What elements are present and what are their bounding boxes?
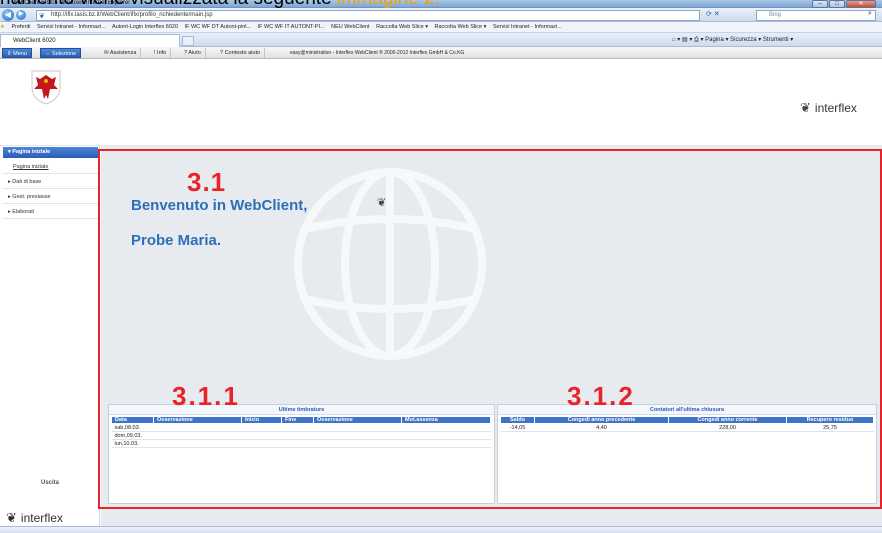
tab-row: WebClient 6020 ⌂ ▾ ▤ ▾ ⎙ ▾ Pagina ▾ Sicu…	[0, 33, 882, 47]
tools-menus[interactable]: Pagina ▾ Sicurezza ▾ Strumenti ▾	[705, 37, 793, 43]
maximize-icon[interactable]: □	[829, 0, 845, 8]
fav-item[interactable]: NEU WebClient	[331, 24, 369, 30]
interflex-logo-icon: ❦	[6, 510, 17, 525]
site-icon: ❦	[39, 13, 45, 20]
address-url: http://iflx.lasis.bz.it/WebClient/iflx/p…	[51, 12, 213, 18]
interflex-logo-icon: ❦	[800, 100, 811, 115]
fav-item[interactable]: IF WC WF IT AUTONT-PI...	[258, 24, 325, 30]
sidebar: ▾ Pagina iniziale Pagina iniziale ▸ Dati…	[0, 146, 100, 526]
annotation-label-3-1-2: 3.1.2	[567, 381, 635, 411]
fav-item[interactable]: Servizi Intranet - Informazi...	[493, 24, 562, 30]
sidebar-item-dati-di-base[interactable]: ▸ Dati di base	[3, 176, 98, 189]
copyright-text: easy@ministration - Interflex WebClient …	[290, 50, 465, 56]
tab-title: WebClient 6020	[13, 38, 56, 44]
print-icon[interactable]: ⎙ ▾	[694, 37, 705, 43]
sidebar-brand-text: interflex	[20, 511, 63, 525]
sidebar-item-elaborati[interactable]: ▸ Elaborati	[3, 206, 98, 219]
crest-logo	[31, 70, 61, 105]
annotation-label-3-1-1: 3.1.1	[172, 381, 240, 411]
feeds-icon[interactable]: ▤ ▾	[682, 37, 694, 43]
search-icon[interactable]: ⌕	[868, 10, 872, 18]
address-row: ◀ ▶ ❦ http://iflx.lasis.bz.it/WebClient/…	[0, 8, 882, 22]
sidebar-header[interactable]: ▾ Pagina iniziale	[3, 147, 98, 158]
command-bar[interactable]: ⌂ ▾ ▤ ▾ ⎙ ▾ Pagina ▾ Sicurezza ▾ Strumen…	[672, 36, 793, 44]
tab-webclient[interactable]: WebClient 6020	[0, 34, 180, 47]
sidebar-brand: ❦ interflex	[6, 510, 63, 526]
annotation-frame	[98, 149, 882, 509]
favorites-star-icon[interactable]: ★	[0, 24, 5, 30]
brand-logo: ❦ interflex	[800, 100, 857, 116]
annotation-label-3-1: 3.1	[187, 167, 227, 197]
app-toolbar: ⇕ Menu ⇔ Selezione ✉ Assistenza ! Info ?…	[0, 47, 882, 59]
search-input[interactable]: Bing	[756, 10, 876, 21]
fav-item[interactable]: Raccolta Web Slice ▾	[376, 24, 428, 30]
home-icon[interactable]: ⌂ ▾	[672, 37, 682, 43]
close-icon[interactable]: ✕	[846, 0, 876, 8]
app-header: ❦ interflex	[0, 60, 882, 146]
fav-item[interactable]: Raccolta Web Slice ▾	[435, 24, 487, 30]
new-tab-button[interactable]	[182, 36, 194, 46]
fav-item[interactable]: Preferiti	[11, 24, 30, 30]
assistenza-button[interactable]: ✉ Assistenza	[100, 48, 142, 58]
forward-icon[interactable]: ▶	[16, 10, 26, 20]
selezione-button[interactable]: ⇔ Selezione	[40, 48, 82, 58]
refresh-icon[interactable]: ⟳ ✕	[706, 10, 720, 18]
status-bar	[0, 526, 882, 533]
address-bar[interactable]: ❦ http://iflx.lasis.bz.it/WebClient/iflx…	[36, 10, 700, 21]
brand-text: interflex	[814, 101, 857, 115]
contesto-aiuto-button[interactable]: ? Contesto aiuto	[216, 48, 266, 58]
favorites-bar: ★ Preferiti Servizi Intranet - Informazi…	[0, 22, 882, 33]
fav-item[interactable]: Servizi Intranet - Informazi...	[37, 24, 106, 30]
info-button[interactable]: ! Info	[150, 48, 172, 58]
fav-item[interactable]: Autont-Login Interflex 6020	[112, 24, 178, 30]
aiuto-button[interactable]: ? Aiuto	[180, 48, 206, 58]
menu-button[interactable]: ⇕ Menu	[2, 48, 32, 58]
exit-link[interactable]: Uscita	[0, 480, 100, 486]
fav-item[interactable]: IF WC WF DT Autont-pinl...	[185, 24, 252, 30]
back-icon[interactable]: ◀	[2, 9, 14, 21]
sidebar-item-gest-presiasse[interactable]: ▸ Gest. presiasse	[3, 191, 98, 204]
search-placeholder: Bing	[769, 12, 782, 18]
sidebar-item-pagina-iniziale[interactable]: Pagina iniziale	[3, 161, 98, 174]
minimize-icon[interactable]: –	[812, 0, 828, 8]
